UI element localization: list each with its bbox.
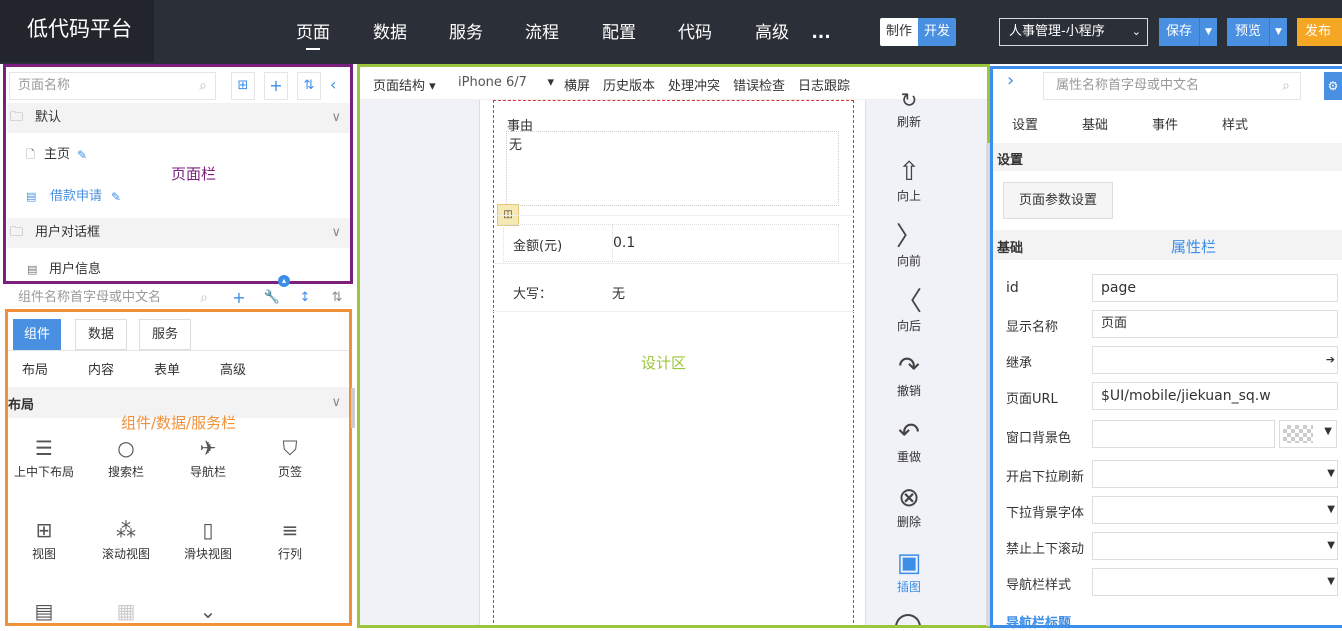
design-area-highlight <box>357 64 990 628</box>
publish-button[interactable]: 发布 <box>1297 18 1342 46</box>
nav-more[interactable]: ... <box>810 0 832 64</box>
save-button[interactable]: 保存 ▼ <box>1159 18 1217 46</box>
save-label: 保存 <box>1165 24 1192 39</box>
component-search-input[interactable]: 组件名称首字母或中文名 ⌕ <box>9 286 216 310</box>
line-height-icon[interactable]: ↕ <box>294 288 316 308</box>
nav-service[interactable]: 服务 <box>443 0 489 64</box>
nav-flow[interactable]: 流程 <box>519 0 565 64</box>
wrench-icon[interactable]: 🔧 <box>262 288 282 308</box>
project-select-value: 人事管理-小程序 <box>1009 24 1105 39</box>
add-component-icon[interactable]: + <box>229 288 249 308</box>
sort-icon[interactable]: ⇅ <box>327 288 347 308</box>
component-search-placeholder: 组件名称首字母或中文名 <box>18 290 162 305</box>
component-panel-highlight <box>5 309 352 626</box>
app-title: 低代码平台 <box>0 0 154 62</box>
nav-data[interactable]: 数据 <box>367 0 413 64</box>
preview-button[interactable]: 预览 ▼ <box>1227 18 1287 46</box>
mode-make-button[interactable]: 制作 <box>880 18 918 46</box>
top-bar: 低代码平台 页面 数据 服务 流程 配置 代码 高级 ... 制作 开发 人事管… <box>0 0 1342 64</box>
mode-dev-button[interactable]: 开发 <box>918 18 956 46</box>
project-select[interactable]: 人事管理-小程序 ⌄ <box>999 18 1148 46</box>
preview-label: 预览 <box>1234 24 1261 39</box>
drag-handle-icon[interactable]: ▴ <box>278 275 290 287</box>
nav-code[interactable]: 代码 <box>672 0 718 64</box>
nav-page[interactable]: 页面 <box>290 0 336 64</box>
scrollbar-thumb[interactable] <box>351 388 355 428</box>
property-panel-highlight <box>990 66 1342 628</box>
nav-config[interactable]: 配置 <box>596 0 642 64</box>
search-icon: ⌕ <box>200 290 208 306</box>
chevron-down-icon: ⌄ <box>1131 25 1141 38</box>
nav-advanced[interactable]: 高级 <box>749 0 795 64</box>
page-panel-highlight <box>3 64 353 284</box>
caret-down-icon[interactable]: ▼ <box>1269 18 1287 46</box>
caret-down-icon[interactable]: ▼ <box>1199 18 1217 46</box>
